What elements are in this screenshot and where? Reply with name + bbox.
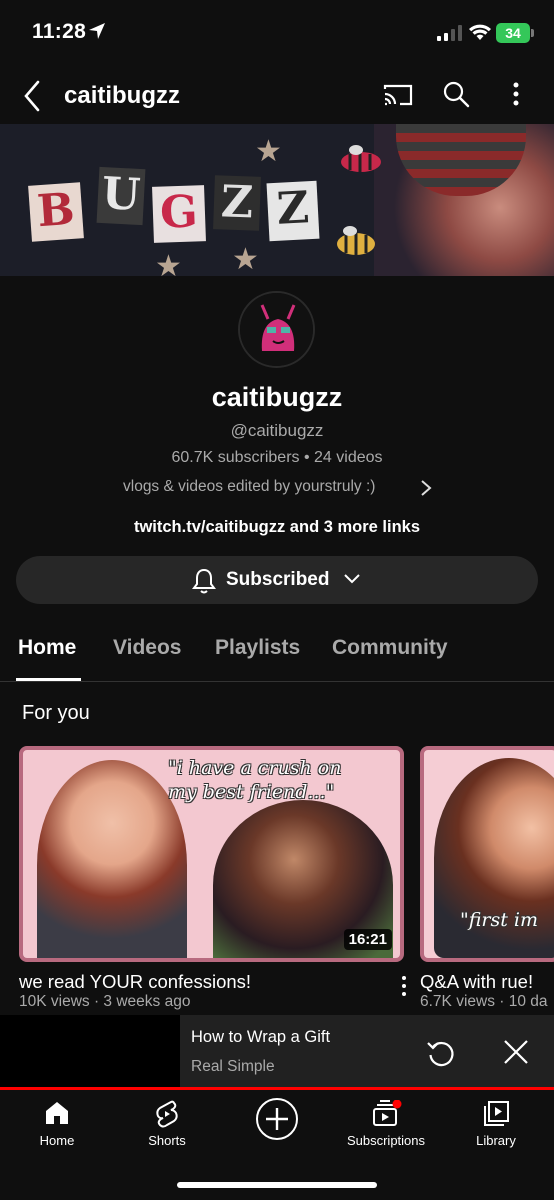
thumbnail-overlay-text: "first im [460,909,539,931]
video-more-icon[interactable] [398,975,410,997]
bell-icon [192,568,216,594]
mini-player[interactable]: How to Wrap a Gift Real Simple [0,1015,554,1088]
channel-avatar[interactable] [238,291,315,368]
nav-subscriptions[interactable]: Subscriptions [331,1090,441,1160]
library-icon [484,1101,509,1126]
thumbnail-person-left [37,760,187,958]
back-arrow-icon[interactable] [18,78,48,114]
shorts-icon [156,1100,178,1128]
mini-player-thumbnail[interactable] [0,1015,180,1088]
video-meta: 10K views · 3 weeks ago [19,993,191,1010]
banner-star: ★ [255,135,282,168]
channel-description[interactable]: vlogs & videos edited by yourstruly :) [123,478,375,496]
channel-handle: @caitibugzz [230,421,324,440]
chevron-right-icon[interactable] [419,478,433,498]
avatar-bug-art [240,293,313,366]
banner-letter: U [96,166,146,226]
bee-icon [341,145,381,172]
active-tab-indicator [16,678,81,681]
banner-star: ★ [232,243,259,276]
header-channel-title: caitibugzz [64,82,181,109]
video-thumbnail[interactable]: "i have a crush on my best friend..." 16… [19,746,404,962]
more-options-icon[interactable] [506,80,526,108]
home-icon [46,1102,68,1124]
subscribed-label: Subscribed [226,569,330,590]
battery-cap [531,29,534,37]
video-meta: 6.7K views · 10 da [420,993,548,1010]
nav-label: Shorts [148,1133,186,1148]
bee-icon [337,226,375,255]
nav-label: Library [476,1133,516,1148]
location-arrow-icon [89,23,105,39]
wifi-icon [469,24,491,40]
nav-label: Home [39,1133,75,1148]
nav-home[interactable]: Home [2,1090,112,1160]
tab-home[interactable]: Home [18,636,76,660]
channel-name: caitibugzz [211,382,343,412]
status-bar: 11:28 34 [0,0,554,64]
banner-letter: Z [213,175,261,231]
banner-letter: G [152,185,206,243]
subscriptions-icon [373,1100,402,1126]
replay-icon[interactable] [425,1037,457,1069]
thumbnail-overlay-text: "i have a crush on my best friend..." [168,757,342,803]
banner-star: ★ [155,250,182,276]
nav-create[interactable] [222,1090,332,1160]
status-time: 11:28 [32,20,87,43]
channel-banner: B U G Z Z ★ ★ ★ [0,124,554,276]
video-thumbnail[interactable]: "first im [420,746,554,962]
section-title: For you [22,702,90,724]
channel-tabs: Home Videos Playlists Community [0,626,554,682]
nav-shorts[interactable]: Shorts [112,1090,222,1160]
banner-letter: Z [266,180,320,242]
channel-top-bar: caitibugzz [0,68,554,124]
close-icon[interactable] [503,1039,529,1065]
create-icon [256,1098,298,1140]
mini-player-channel: Real Simple [191,1058,275,1075]
video-duration: 16:21 [343,929,392,950]
channel-stats: 60.7K subscribers • 24 videos [171,449,383,466]
video-title[interactable]: Q&A with rue! [420,971,533,993]
tab-playlists[interactable]: Playlists [215,636,300,660]
mini-player-title: How to Wrap a Gift [191,1028,331,1046]
battery-indicator: 34 [496,23,530,43]
channel-links[interactable]: twitch.tv/caitibugzz and 3 more links [0,518,554,537]
nav-library[interactable]: Library [441,1090,551,1160]
tab-community[interactable]: Community [332,636,448,660]
search-icon[interactable] [442,80,470,108]
chevron-down-icon [344,574,360,584]
cast-icon[interactable] [383,83,413,107]
banner-letter: B [28,182,84,242]
video-title[interactable]: we read YOUR confessions! [19,971,251,993]
cellular-signal-icon [437,25,462,41]
tab-videos[interactable]: Videos [113,636,181,660]
home-indicator [177,1182,377,1188]
battery-level: 34 [505,25,521,41]
nav-label: Subscriptions [346,1133,426,1148]
subscribed-button[interactable]: Subscribed [16,556,538,604]
